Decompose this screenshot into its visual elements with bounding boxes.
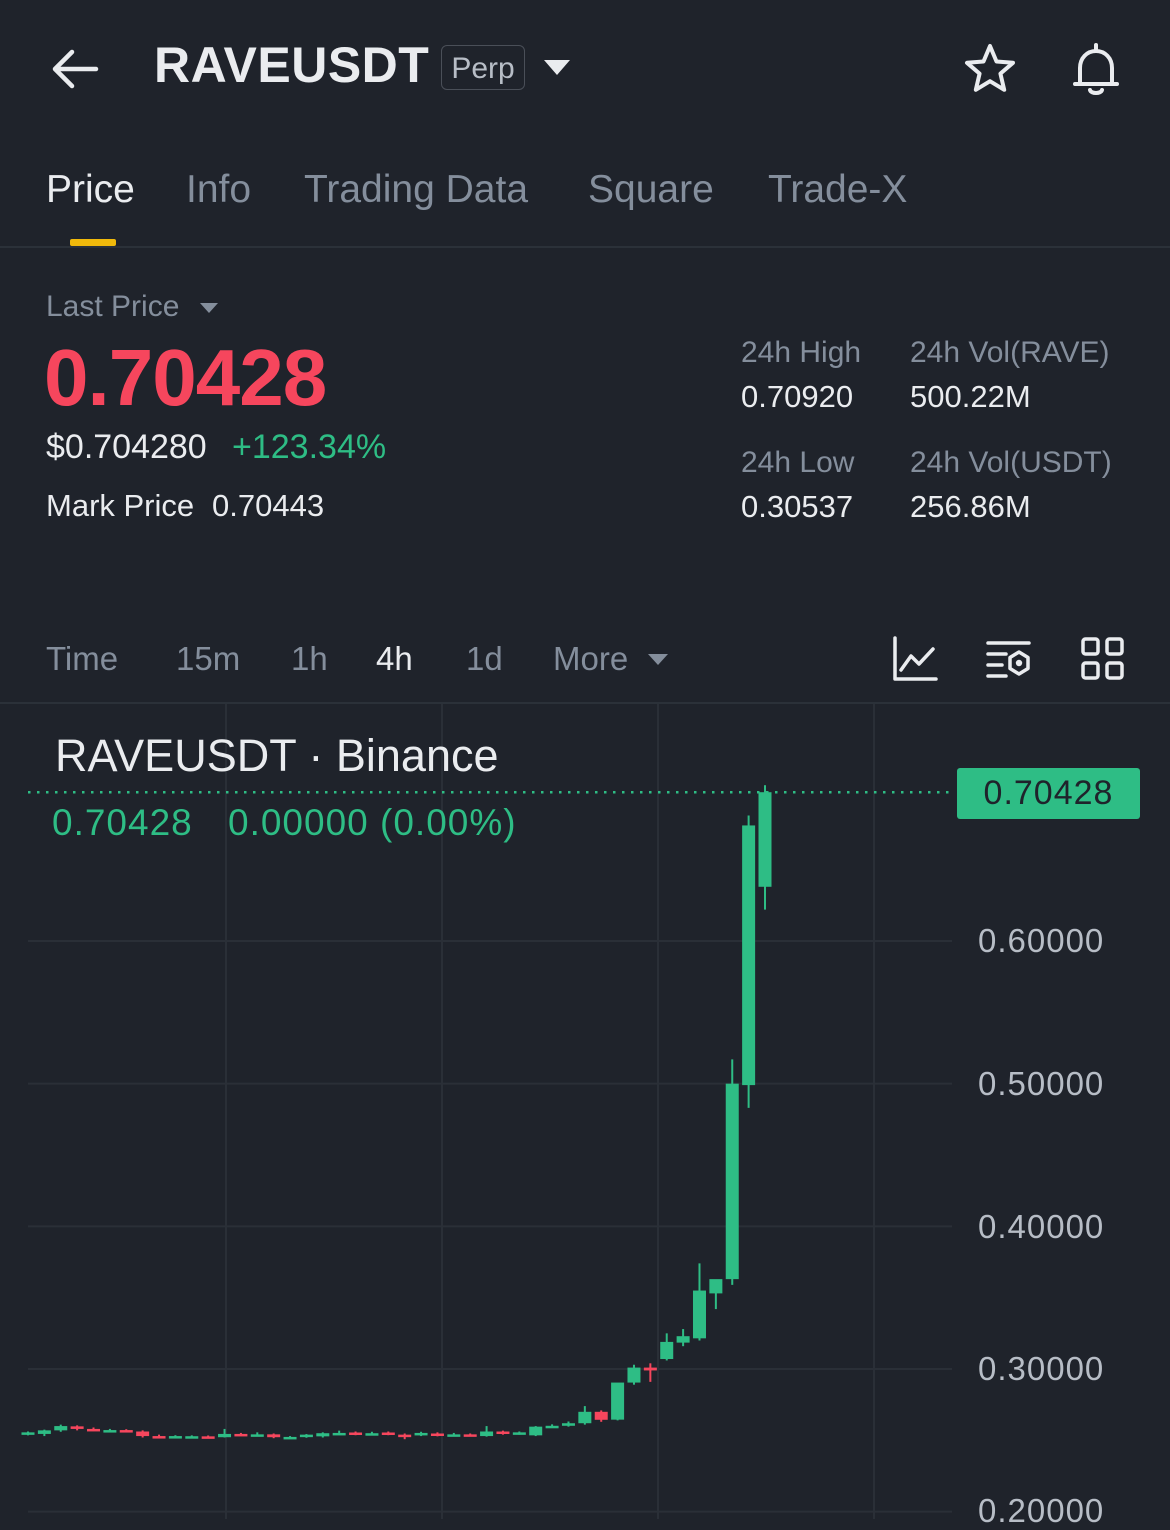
candle-body bbox=[529, 1426, 543, 1436]
candle-body bbox=[168, 1436, 182, 1439]
candle-body bbox=[496, 1431, 510, 1434]
back-arrow-icon[interactable] bbox=[48, 44, 102, 94]
tab-trade-x[interactable]: Trade-X bbox=[768, 168, 907, 212]
candle-body bbox=[414, 1432, 428, 1436]
candle-body bbox=[742, 825, 756, 1086]
last-price-dropdown-icon[interactable] bbox=[198, 300, 220, 316]
star-icon[interactable] bbox=[960, 40, 1020, 100]
candle-body bbox=[332, 1432, 346, 1436]
candle-body bbox=[70, 1426, 84, 1429]
tab-price[interactable]: Price bbox=[46, 168, 135, 212]
interval-1h[interactable]: 1h bbox=[291, 640, 328, 678]
y-axis-label: 0.20000 bbox=[978, 1492, 1105, 1529]
candle-body bbox=[201, 1436, 215, 1439]
tab-square[interactable]: Square bbox=[588, 168, 714, 212]
candle-body bbox=[21, 1432, 35, 1435]
dropdown-caret-icon[interactable] bbox=[540, 54, 574, 80]
vol-quote-label: 24h Vol(USDT) bbox=[910, 446, 1112, 479]
candle-body bbox=[463, 1434, 477, 1437]
y-axis-label: 0.30000 bbox=[978, 1350, 1105, 1387]
candle-body bbox=[103, 1430, 117, 1433]
candle-body bbox=[316, 1433, 330, 1437]
vol-base-label: 24h Vol(RAVE) bbox=[910, 336, 1110, 369]
symbol-title[interactable]: RAVEUSDT bbox=[154, 36, 429, 94]
candle-body bbox=[87, 1428, 101, 1432]
chart-title: RAVEUSDT · Binance bbox=[55, 730, 499, 781]
candle-body bbox=[561, 1423, 575, 1426]
chart-legend-price: 0.70428 bbox=[52, 802, 193, 843]
candle-body bbox=[349, 1432, 363, 1435]
candle-body bbox=[283, 1436, 297, 1440]
vol-base-value: 500.22M bbox=[910, 379, 1031, 414]
last-price: 0.70428 bbox=[44, 333, 327, 422]
interval-1d[interactable]: 1d bbox=[466, 640, 503, 678]
tab-trading-data[interactable]: Trading Data bbox=[304, 168, 528, 212]
candle-body bbox=[480, 1431, 494, 1437]
high-24h-value: 0.70920 bbox=[741, 379, 854, 414]
candle-body bbox=[627, 1367, 641, 1383]
candle-body bbox=[381, 1432, 395, 1435]
candle-body bbox=[37, 1430, 51, 1434]
candle-body bbox=[185, 1436, 199, 1439]
candle-body bbox=[611, 1382, 625, 1420]
tab-info[interactable]: Info bbox=[186, 168, 251, 212]
usd-price: $0.704280 bbox=[46, 428, 207, 466]
candle-body bbox=[250, 1434, 264, 1437]
candle-body bbox=[758, 792, 772, 887]
candle-body bbox=[643, 1367, 657, 1371]
mark-price-label: Mark Price bbox=[46, 488, 195, 523]
candle-body bbox=[725, 1083, 739, 1280]
low-24h-label: 24h Low bbox=[741, 446, 855, 479]
current-price-tag: 0.70428 bbox=[957, 768, 1140, 819]
grid-layout-icon[interactable] bbox=[1078, 634, 1128, 684]
tab-divider bbox=[0, 246, 1170, 248]
interval-15m[interactable]: 15m bbox=[176, 640, 240, 678]
vol-quote-value: 256.86M bbox=[910, 489, 1031, 524]
y-axis-label: 0.40000 bbox=[978, 1208, 1105, 1245]
candle-body bbox=[218, 1433, 232, 1438]
candle-body bbox=[365, 1433, 379, 1436]
indicator-settings-icon[interactable] bbox=[984, 634, 1034, 684]
change-percent: +123.34% bbox=[232, 428, 387, 466]
candle-body bbox=[430, 1433, 444, 1436]
candle-body bbox=[692, 1290, 706, 1339]
y-axis-label: 0.60000 bbox=[978, 922, 1105, 959]
candle-body bbox=[299, 1434, 313, 1438]
line-chart-icon[interactable] bbox=[890, 634, 940, 684]
candle-body bbox=[234, 1433, 248, 1437]
candle-body bbox=[152, 1436, 166, 1439]
mark-price-value: 0.70443 bbox=[212, 488, 325, 523]
high-24h-label: 24h High bbox=[741, 336, 862, 369]
interval-4h[interactable]: 4h bbox=[376, 640, 413, 678]
perp-badge: Perp bbox=[441, 45, 525, 90]
candle-body bbox=[545, 1425, 559, 1429]
chart-legend-change: 0.00000 (0.00%) bbox=[228, 802, 517, 843]
y-axis-label: 0.50000 bbox=[978, 1065, 1105, 1102]
bell-icon[interactable] bbox=[1066, 40, 1126, 100]
candle-body bbox=[676, 1336, 690, 1343]
candle-body bbox=[594, 1411, 608, 1420]
low-24h-value: 0.30537 bbox=[741, 489, 854, 524]
interval-time[interactable]: Time bbox=[46, 640, 118, 678]
candle-body bbox=[578, 1411, 592, 1424]
active-tab-indicator bbox=[70, 239, 116, 246]
candle-body bbox=[709, 1279, 723, 1294]
candle-body bbox=[398, 1434, 412, 1438]
candle-body bbox=[512, 1432, 526, 1435]
more-dropdown-icon[interactable] bbox=[646, 651, 670, 667]
candle-body bbox=[447, 1434, 461, 1437]
interval-more[interactable]: More bbox=[553, 640, 628, 678]
candle-body bbox=[136, 1431, 150, 1437]
candle-body bbox=[267, 1434, 281, 1438]
candle-body bbox=[119, 1430, 133, 1433]
last-price-label[interactable]: Last Price bbox=[46, 290, 179, 324]
candle-body bbox=[54, 1426, 68, 1431]
candle-body bbox=[660, 1341, 674, 1360]
